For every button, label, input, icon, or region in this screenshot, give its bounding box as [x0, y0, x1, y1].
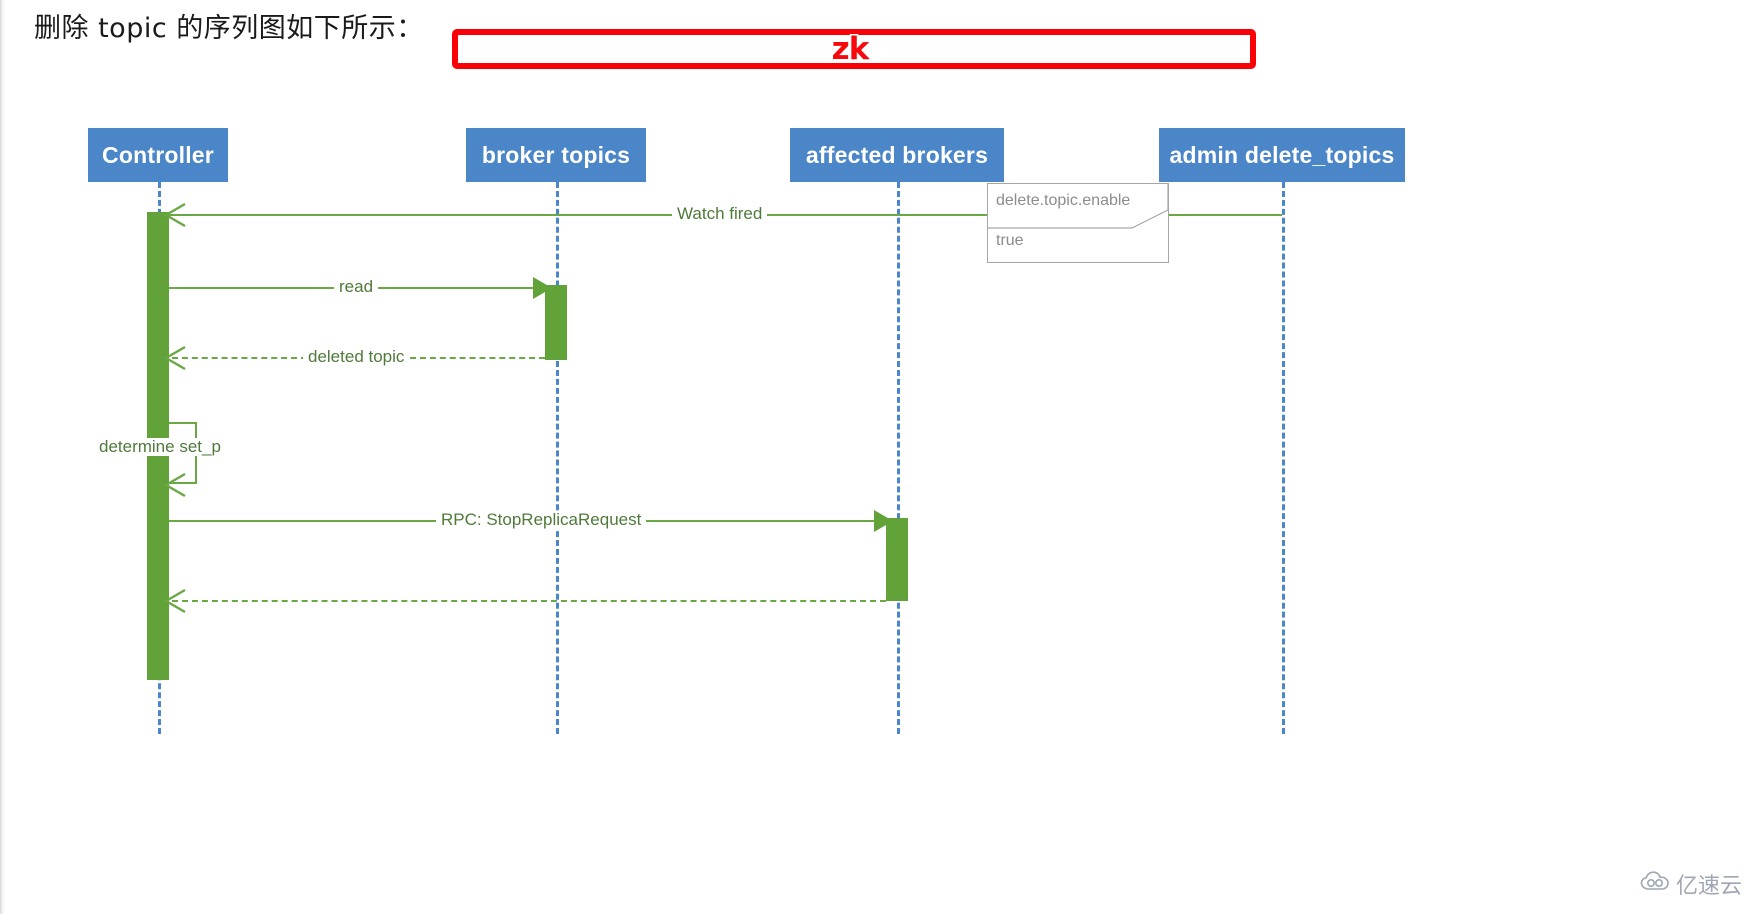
message-label-rpc-stopreplicarequest: RPC: StopReplicaRequest — [436, 511, 647, 529]
sequence-diagram: Controller broker topics affected broker… — [0, 0, 1758, 914]
participant-controller-label: Controller — [102, 141, 214, 168]
participant-admin-delete-topics-label: admin delete_topics — [1169, 141, 1395, 168]
participant-broker-topics[interactable]: broker topics — [466, 128, 646, 182]
message-label-deleted-topic: deleted topic — [303, 348, 410, 366]
lifeline-admin-delete-topics — [1282, 182, 1285, 734]
message-label-read: read — [334, 278, 379, 296]
participant-controller[interactable]: Controller — [88, 128, 228, 182]
watermark-text: 亿速云 — [1675, 874, 1742, 899]
participant-affected-brokers-label: affected brokers — [805, 141, 989, 168]
participant-broker-topics-label: broker topics — [481, 141, 631, 168]
watermark: 亿速云 — [1640, 868, 1742, 900]
lifeline-broker-topics — [556, 182, 559, 734]
arrowhead-read — [533, 277, 552, 299]
lifeline-affected-brokers — [897, 182, 900, 734]
participant-affected-brokers[interactable]: affected brokers — [790, 128, 1004, 182]
message-label-determine-set-p: determine set_p — [94, 438, 226, 456]
note-line-2: true — [996, 232, 1024, 249]
note-line-1: delete.topic.enable — [996, 192, 1131, 209]
arrowhead-rpc-stopreplicarequest — [874, 510, 893, 532]
participant-admin-delete-topics[interactable]: admin delete_topics — [1159, 128, 1405, 182]
cloud-icon — [1640, 870, 1670, 898]
message-line-stopreplica-return — [172, 600, 886, 602]
message-label-watch-fired: Watch fired — [672, 205, 768, 223]
